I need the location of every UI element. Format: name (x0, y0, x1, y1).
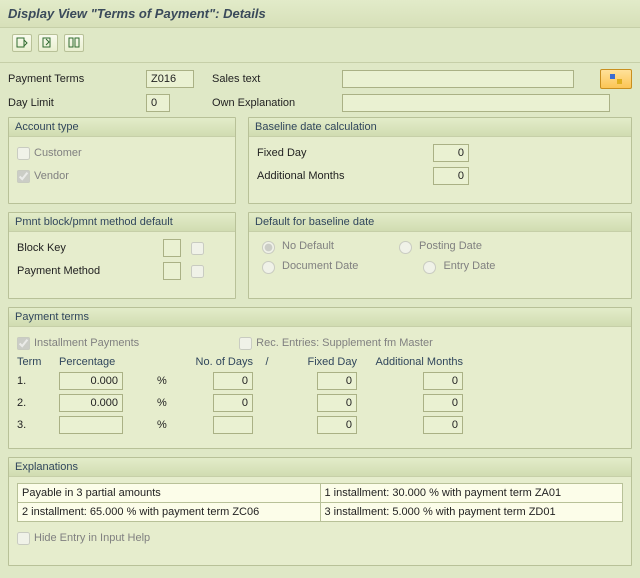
baseline-calc-title: Baseline date calculation (249, 118, 631, 137)
own-expl-label: Own Explanation (212, 97, 342, 109)
account-type-title: Account type (9, 118, 235, 137)
toolbar-btn-2[interactable] (38, 34, 58, 52)
toolbar-btn-1[interactable] (12, 34, 32, 52)
rec-entries-checkbox[interactable]: Rec. Entries: Supplement fm Master (239, 337, 433, 350)
term1-days[interactable] (213, 372, 253, 390)
toolbar (0, 28, 640, 63)
payment-method-label: Payment Method (17, 265, 163, 277)
term2-fixed[interactable] (317, 394, 357, 412)
fixed-day-field[interactable] (433, 144, 469, 162)
page-title: Display View "Terms of Payment": Details (0, 0, 640, 28)
add-months-field[interactable] (433, 167, 469, 185)
explanation-cell: 1 installment: 30.000 % with payment ter… (320, 484, 623, 503)
payment-method-field[interactable] (163, 262, 181, 280)
col-sep: / (259, 356, 275, 368)
payment-terms-label: Payment Terms (8, 73, 146, 85)
term1-pct[interactable] (59, 372, 123, 390)
pmnt-block-title: Pmnt block/pmnt method default (9, 213, 235, 232)
pmnt-block-panel: Pmnt block/pmnt method default Block Key… (8, 212, 236, 299)
col-percentage: Percentage (59, 356, 151, 368)
radio-no-default[interactable]: No Default (257, 238, 334, 254)
baseline-calc-panel: Baseline date calculation Fixed Day Addi… (248, 117, 632, 204)
account-type-panel: Account type Customer Vendor (8, 117, 236, 204)
term-row-label: 3. (17, 419, 53, 431)
block-key-field[interactable] (163, 239, 181, 257)
term3-pct[interactable] (59, 416, 123, 434)
sales-text-label: Sales text (212, 73, 342, 85)
term-row-label: 1. (17, 375, 53, 387)
default-baseline-panel: Default for baseline date No Default Pos… (248, 212, 632, 299)
term1-fixed[interactable] (317, 372, 357, 390)
explanation-cell: Payable in 3 partial amounts (18, 484, 321, 503)
col-term: Term (17, 356, 53, 368)
default-baseline-title: Default for baseline date (249, 213, 631, 232)
explanation-cell: 3 installment: 5.000 % with payment term… (320, 503, 623, 522)
payment-method-checkbox[interactable] (191, 265, 204, 278)
term2-addm[interactable] (423, 394, 463, 412)
term2-pct[interactable] (59, 394, 123, 412)
term-row-label: 2. (17, 397, 53, 409)
radio-entry-date[interactable]: Entry Date (418, 258, 495, 274)
radio-posting-date[interactable]: Posting Date (394, 238, 482, 254)
term2-days[interactable] (213, 394, 253, 412)
installment-checkbox[interactable]: Installment Payments (17, 337, 139, 350)
payment-terms-panel: Payment terms Installment Payments Rec. … (8, 307, 632, 449)
toolbar-btn-3[interactable] (64, 34, 84, 52)
add-months-label: Additional Months (257, 170, 433, 182)
block-key-checkbox[interactable] (191, 242, 204, 255)
radio-document-date[interactable]: Document Date (257, 258, 358, 274)
explanation-cell: 2 installment: 65.000 % with payment ter… (18, 503, 321, 522)
help-button[interactable] (600, 69, 632, 89)
explanations-title: Explanations (9, 458, 631, 477)
term3-addm[interactable] (423, 416, 463, 434)
term1-addm[interactable] (423, 372, 463, 390)
customer-checkbox[interactable]: Customer (17, 147, 82, 160)
sales-text-field[interactable] (342, 70, 574, 88)
payment-terms-field[interactable] (146, 70, 194, 88)
hide-entry-checkbox[interactable]: Hide Entry in Input Help (17, 532, 150, 545)
explanations-table: Payable in 3 partial amounts 1 installme… (17, 483, 623, 522)
col-days: No. of Days (177, 356, 253, 368)
block-key-label: Block Key (17, 242, 163, 254)
payment-terms-title: Payment terms (9, 308, 631, 327)
col-fixed: Fixed Day (281, 356, 357, 368)
fixed-day-label: Fixed Day (257, 147, 433, 159)
own-expl-field[interactable] (342, 94, 610, 112)
day-limit-field[interactable] (146, 94, 170, 112)
term3-days[interactable] (213, 416, 253, 434)
term3-fixed[interactable] (317, 416, 357, 434)
day-limit-label: Day Limit (8, 97, 146, 109)
col-addm: Additional Months (363, 356, 463, 368)
vendor-checkbox[interactable]: Vendor (17, 170, 69, 183)
explanations-panel: Explanations Payable in 3 partial amount… (8, 457, 632, 566)
